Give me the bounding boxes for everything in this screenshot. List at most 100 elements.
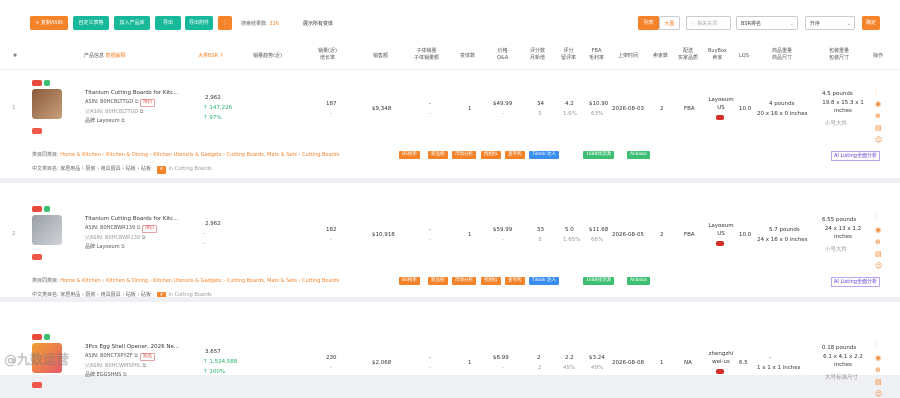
chevron-down-icon: ⌄ [789, 21, 794, 27]
view-list-button[interactable]: 列表 [638, 16, 659, 30]
product-asin[interactable]: ASIN: B0HCBLTTGD [85, 99, 133, 105]
header-review-count[interactable]: 评分数 [530, 48, 545, 54]
product-thumbnail[interactable] [32, 89, 62, 119]
target-icon[interactable]: ⊕ [875, 366, 881, 374]
export-button[interactable]: 导出 [155, 16, 181, 30]
tool-tag[interactable]: Alibaba [627, 277, 650, 285]
tool-tag[interactable]: Alibaba [627, 151, 650, 159]
header-sales-trend[interactable]: 销量趋势(近) [253, 53, 282, 60]
copy-icon[interactable]: ⧉ [135, 99, 139, 105]
tool-tag[interactable]: 找相似 [481, 277, 501, 285]
product-title[interactable]: 3Pcs Egg Shell Opener, 2026 Ne... [85, 344, 185, 350]
view-grid-button[interactable]: 大图 [659, 16, 680, 30]
tool-tag[interactable]: 查专利 [505, 277, 525, 285]
product-brand[interactable]: 品牌 EGGSHNS [85, 372, 121, 378]
sort-field-select[interactable]: BSR排名 ⌄ [736, 16, 798, 30]
header-pkg-dims: 包装尺寸 [829, 55, 850, 61]
sub-revenue-value: - [429, 237, 431, 243]
smile-icon[interactable]: ☺ [875, 262, 882, 270]
header-weight[interactable]: 商品重量 [772, 48, 792, 54]
buybox-seller[interactable]: Layoeum US [705, 222, 737, 238]
header-fba[interactable]: FBA [592, 48, 602, 54]
tool-tag[interactable]: 1688找货源 [583, 277, 614, 285]
revenue-value: $9,348 [372, 106, 392, 112]
calendar-icon[interactable]: ▤ [875, 124, 882, 132]
product-brand[interactable]: 品牌 Layoeum [85, 118, 120, 124]
product-title[interactable]: Titanium Cutting Boards for Kitc... [85, 216, 185, 222]
header-sub-sales[interactable]: 子体销量 [417, 48, 437, 54]
category-path[interactable]: Home & Kitchen › Kitchen & Dining › Kitc… [60, 278, 339, 284]
header-rating[interactable]: 评分 [564, 48, 574, 54]
header-launch[interactable]: 上架时间 [618, 53, 638, 60]
row-separator [0, 297, 900, 302]
sort-order-value: 升序 [810, 21, 821, 27]
bulb-icon[interactable]: ◉ [875, 226, 881, 234]
header-pkg-weight[interactable]: 包装重量 [829, 48, 849, 54]
listing-analysis-button[interactable]: AI Listing全面分析 [831, 151, 880, 161]
buybox-seller[interactable]: zhengzhi wei-us [705, 350, 737, 366]
chart-icon[interactable]: ⫶ [875, 342, 877, 351]
product-brand[interactable]: 品牌 Layoeum [85, 244, 120, 250]
header-bsr[interactable]: 大类BSR ↑ [198, 53, 224, 60]
shipping-type: NA [684, 360, 692, 366]
prime-icon [44, 80, 50, 86]
copy-icon[interactable]: ⧉ [134, 353, 138, 359]
product-asin[interactable]: ASIN: B0HCTXPYZF [85, 353, 133, 359]
tool-tag[interactable]: BS榜单 [399, 151, 420, 159]
margin-rate: 63% [591, 111, 604, 117]
tool-tag[interactable]: 市场分析 [452, 151, 476, 159]
show-variants-toggle[interactable]: 展示所有变体 [303, 20, 333, 27]
header-lqs[interactable]: LQS [739, 53, 749, 60]
header-variants[interactable]: 变体数 [460, 53, 475, 60]
parent-asin[interactable]: 父ASIN: B0HCBWR139 [85, 235, 140, 241]
tool-tag[interactable]: 查专利 [505, 151, 525, 159]
parent-asin[interactable]: 父ASIN: B0HCWMSPHL [85, 363, 141, 369]
target-icon[interactable]: ⊕ [875, 112, 881, 120]
header-price[interactable]: 价格 [498, 48, 508, 54]
lqs-value: 6.5 [739, 360, 748, 366]
smile-icon[interactable]: ☺ [875, 390, 882, 398]
chart-icon[interactable]: ⫶ [875, 214, 877, 223]
product-title[interactable]: Titanium Cutting Boards for Kitc... [85, 90, 185, 96]
sub-revenue-value: - [429, 111, 431, 117]
bulb-icon[interactable]: ◉ [875, 100, 881, 108]
buybox-seller[interactable]: Layoeum US [705, 96, 737, 112]
sort-field-value: BSR排名 [741, 21, 761, 27]
confirm-button[interactable]: 确定 [862, 16, 880, 30]
add-product-lib-button[interactable]: 加入产品库 [114, 16, 150, 30]
listing-analysis-label: Listing全面分析 [840, 153, 877, 159]
smile-icon[interactable]: ☺ [875, 136, 882, 144]
item-dims: 1 x 1 x 1 inches [757, 365, 801, 371]
copy-icon[interactable]: ⧉ [137, 225, 141, 231]
more-button[interactable]: ⋮ [218, 16, 232, 30]
custom-table-button[interactable]: 自定义表格 [73, 16, 109, 30]
target-icon[interactable]: ⊕ [875, 238, 881, 246]
parent-asin[interactable]: 父ASIN: B0HCBLTTGD [85, 109, 138, 115]
tool-tag[interactable]: 新品榜 [428, 277, 448, 285]
keyword-input[interactable]: ◌ 相关关词 [686, 16, 731, 30]
tool-tag[interactable]: Tiktok 达人 [529, 151, 560, 159]
copy-asin-button[interactable]: + 复制ASIN [30, 16, 68, 30]
tool-tag[interactable]: 找相似 [481, 151, 501, 159]
tool-tag[interactable]: 市场分析 [452, 277, 476, 285]
calendar-icon[interactable]: ▤ [875, 250, 882, 258]
header-sellers[interactable]: 卖家数 [653, 53, 668, 60]
bulb-icon[interactable]: ◉ [875, 354, 881, 362]
sort-order-select[interactable]: 升序 ⌄ [805, 16, 855, 30]
header-revenue[interactable]: 销售额 [373, 53, 388, 60]
brand-line: 品牌 Layoeum ⧉ [85, 244, 125, 250]
tool-tag[interactable]: 新品榜 [428, 151, 448, 159]
listing-analysis-button[interactable]: AI Listing全面分析 [831, 277, 880, 287]
tool-tag[interactable]: BS榜单 [399, 277, 420, 285]
tool-tag[interactable]: 1688找货源 [583, 151, 614, 159]
export-record-button[interactable]: 导出附件 [185, 16, 213, 30]
calendar-icon[interactable]: ▤ [875, 378, 882, 386]
bsr-change: ↑ 1,524,588 [203, 359, 238, 365]
cn-category: 中文类目名: 家居用品 › 厨房 › 用具厨具 › 砧板 › 砧板 [32, 166, 151, 172]
chart-icon[interactable]: ⫶ [875, 88, 877, 97]
header-sales[interactable]: 销量(近) [318, 48, 337, 54]
product-asin[interactable]: ASIN: B0HCBWR139 [85, 225, 135, 231]
category-path[interactable]: Home & Kitchen › Kitchen & Dining › Kitc… [60, 152, 339, 158]
tool-tag[interactable]: Tiktok 达人 [529, 277, 560, 285]
product-thumbnail[interactable] [32, 215, 62, 245]
